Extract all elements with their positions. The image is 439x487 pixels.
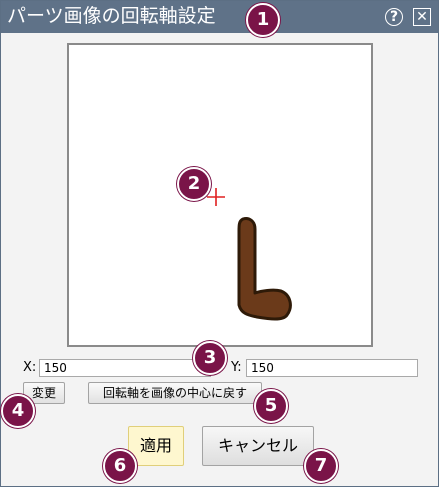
window-title: パーツ画像の回転軸設定 bbox=[7, 5, 216, 27]
cancel-button[interactable]: キャンセル bbox=[202, 426, 314, 466]
apply-button[interactable]: 適用 bbox=[128, 426, 184, 466]
y-field[interactable] bbox=[246, 359, 418, 377]
reset-center-button[interactable]: 回転軸を画像の中心に戻す bbox=[88, 382, 262, 404]
callout-badge-1: 1 bbox=[246, 3, 280, 37]
title-bar: パーツ画像の回転軸設定 ? ✕ bbox=[1, 1, 438, 33]
part-image bbox=[237, 217, 292, 321]
callout-badge-3: 3 bbox=[193, 341, 227, 375]
y-label: Y: bbox=[231, 360, 242, 375]
callout-badge-4: 4 bbox=[1, 394, 35, 428]
dialog-window: パーツ画像の回転軸設定 ? ✕ X: Y: 変更 回転軸を画像の中心に戻す 適用… bbox=[0, 0, 439, 487]
x-field[interactable] bbox=[39, 359, 211, 377]
help-icon[interactable]: ? bbox=[385, 8, 403, 26]
callout-badge-7: 7 bbox=[304, 449, 338, 483]
close-icon[interactable]: ✕ bbox=[413, 8, 431, 26]
callout-badge-2: 2 bbox=[177, 167, 211, 201]
callout-badge-6: 6 bbox=[103, 449, 137, 483]
callout-badge-5: 5 bbox=[254, 389, 288, 423]
x-label: X: bbox=[23, 360, 37, 375]
